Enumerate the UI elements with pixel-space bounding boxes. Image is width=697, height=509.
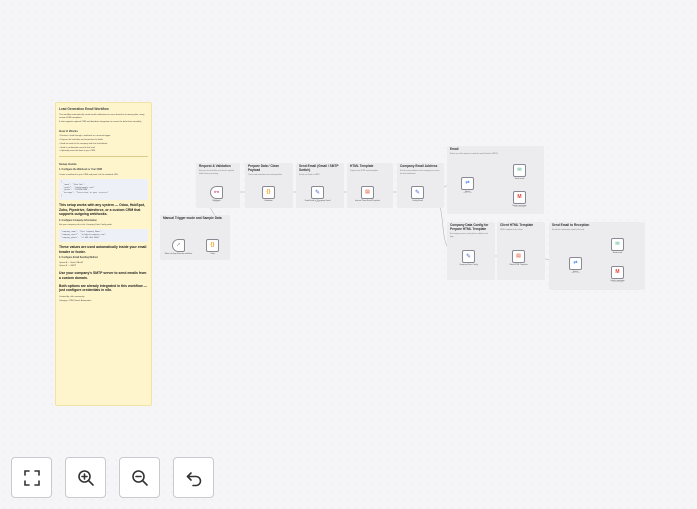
group-text: Sets the email address of the company to… — [400, 170, 440, 176]
note-crm-text: This setup works with any system — Odoo,… — [59, 203, 145, 217]
note-code-company: "company_name": "Your Company Name", "co… — [59, 229, 148, 242]
note-step2: 2. Configure Company Information — [59, 219, 97, 222]
group-title: Send Email to Reception — [552, 223, 590, 227]
node-config-email[interactable]: ✎ — [411, 186, 424, 199]
note-values-text: These values are used automatically insi… — [59, 244, 147, 254]
gmail-icon: M — [517, 194, 522, 200]
group-title: Company Data Config for Prepare HTML Tem… — [450, 223, 489, 231]
node-manual-trigger[interactable]: ➚ — [172, 239, 185, 252]
workflow-canvas[interactable]: Lead Generation Email Workflow This work… — [0, 0, 697, 509]
node-company-template-label: Internal Team Email Template — [355, 200, 380, 202]
node-switch-1[interactable]: ⇄ — [461, 177, 474, 190]
node-validation-label: Validation — [264, 200, 273, 202]
node-switch-2-label: Switch mode: rules — [571, 271, 580, 275]
group-title: HTML Template — [350, 164, 374, 168]
group-title: Email — [450, 147, 459, 151]
zoom-out-button[interactable] — [119, 457, 160, 498]
note-how-line: Prepare the lead data and normalize the … — [59, 139, 148, 142]
webhook-icon: ⚯ — [213, 189, 220, 196]
node-smtp-1-label: Send email — [514, 178, 525, 180]
edit-fields-icon: ✎ — [465, 253, 472, 260]
undo-icon — [186, 471, 201, 486]
fit-view-icon — [23, 469, 40, 486]
node-client-template-label: Client HTML Template — [509, 264, 528, 266]
note-footer: Created by: n8n community — [59, 295, 85, 298]
node-smtp-1[interactable]: ✉ — [513, 164, 526, 177]
group-title: Prepare Data / Clean Payload — [248, 164, 280, 172]
note-step1: 1. Configure the Webhook or Your CRM — [59, 169, 102, 172]
node-client-template[interactable]: ▤ — [512, 250, 525, 263]
node-switch-2[interactable]: ⇄ — [569, 257, 582, 270]
group-title: Manual Trigger mode and Sample Data — [163, 216, 222, 220]
group-text: HTML template for the client. — [500, 229, 524, 232]
node-gmail-1-label: Send a message send: message — [512, 205, 527, 209]
note-how-line: Send an email to the company with the le… — [59, 143, 148, 146]
cursor-click-icon: ➚ — [176, 242, 181, 248]
note-step3: 3. Configure Email Sending Method — [59, 257, 98, 260]
zoom-out-icon — [131, 469, 148, 486]
node-gmail-2[interactable]: M — [611, 266, 624, 279]
group-text: Prepares the HTML email template. — [350, 170, 379, 173]
note-step3-option: Option B — SMTP — [59, 265, 77, 268]
group-title: Client HTML Template — [500, 223, 534, 227]
group-text: Sends via Gmail or SMTP. — [299, 174, 320, 177]
edit-fields-icon: ✎ — [314, 189, 321, 196]
note-how-line: Receive a lead through a webhook or a ma… — [59, 135, 148, 138]
note-step2-text: Set your company info in the Company Dat… — [59, 224, 113, 227]
reset-zoom-button[interactable] — [173, 457, 214, 498]
node-send-company-label: Send Email to Company Gmail send — [304, 200, 331, 204]
email-icon: ✉ — [615, 241, 620, 247]
email-icon: ✉ — [517, 167, 522, 173]
code-icon: {} — [266, 189, 271, 195]
group-text: Receives the lead data and checks requir… — [199, 170, 234, 176]
note-smtp-text: Use your company's SMTP server to send e… — [59, 271, 147, 281]
node-company-template[interactable]: ▤ — [361, 186, 374, 199]
node-sample-data-label: Code — [210, 253, 215, 255]
note-intro-1: This workflow automatically sends email … — [59, 113, 145, 119]
note-how-line: Optionally store the data in your CRM. — [59, 150, 148, 153]
note-footer: Category: CRM, Email, Automation — [59, 299, 92, 302]
note-how-title: How It Works — [59, 128, 78, 133]
html-file-icon: ▤ — [365, 189, 370, 195]
group-text: Select one of the options to send the em… — [450, 153, 499, 156]
switch-icon: ⇄ — [573, 260, 578, 266]
switch-icon: ⇄ — [465, 180, 470, 186]
node-switch-1-label: Switch mode: rules — [463, 191, 472, 195]
node-sample-data[interactable]: {} — [206, 239, 219, 252]
edit-fields-icon: ✎ — [414, 189, 421, 196]
node-validation[interactable]: {} — [262, 186, 275, 199]
node-gmail-2-label: Send a message send: message — [610, 280, 625, 284]
html-file-icon: ▤ — [516, 253, 521, 259]
zoom-in-icon — [77, 469, 94, 486]
code-icon: {} — [210, 242, 215, 248]
note-step1-text: Create a webhook in your CRM and point i… — [59, 173, 119, 176]
fit-view-button[interactable] — [11, 457, 52, 498]
node-smtp-2-label: Send email — [612, 252, 623, 254]
note-setup-title: Setup Guide — [59, 161, 77, 166]
group-text: Cleans and normalizes the incoming field… — [248, 174, 283, 177]
group-title: Send Email (Gmail / SMTP Switch) — [299, 164, 339, 172]
group-title: Company Email Address — [400, 164, 438, 168]
group-title: Request & Validation — [199, 164, 231, 168]
workflow-sticky-note[interactable]: Lead Generation Email Workflow This work… — [55, 102, 152, 406]
group-text: Sends the confirmation email to the lead… — [552, 229, 585, 232]
node-company-data[interactable]: ✎ — [462, 250, 475, 263]
node-gmail-1[interactable]: M — [513, 191, 526, 204]
node-smtp-2[interactable]: ✉ — [611, 238, 624, 251]
node-webhook[interactable]: ⚯ — [210, 186, 223, 199]
gmail-icon: M — [615, 269, 620, 275]
zoom-in-button[interactable] — [65, 457, 106, 498]
node-webhook-label: Webhook POST — [212, 200, 221, 204]
node-manual-trigger-label: When clicking 'Execute workflow' — [164, 253, 193, 255]
node-config-email-label: Config Email — [412, 200, 423, 202]
note-both-text: Both options are already integrated in t… — [59, 283, 147, 293]
node-company-data-label: Company Data Config — [459, 264, 478, 266]
note-title: Lead Generation Email Workflow — [59, 107, 109, 111]
note-code-sample: { "name": "John Doe", "email": "john@exa… — [59, 178, 148, 201]
node-send-company[interactable]: ✎ — [311, 186, 324, 199]
note-intro-2: It also supports optional CRM and databa… — [59, 120, 142, 123]
group-text: Set company name, email, phone, address … — [450, 233, 488, 238]
